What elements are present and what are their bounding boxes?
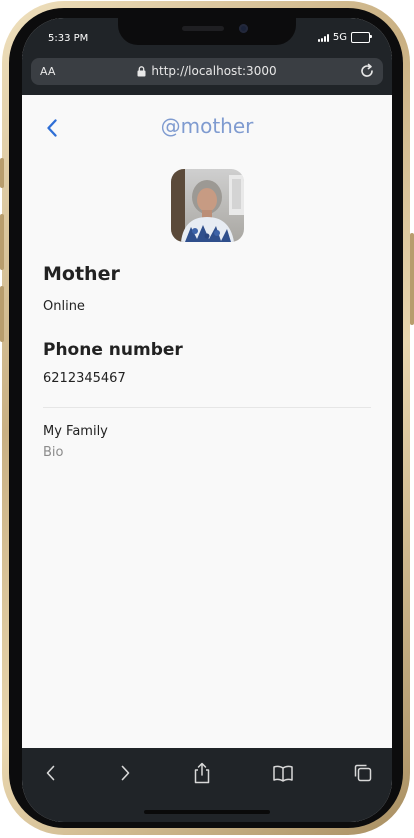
volume-up-button bbox=[0, 214, 4, 270]
tabs-icon bbox=[354, 764, 372, 782]
status-indicators: 5G bbox=[317, 32, 372, 43]
home-indicator[interactable] bbox=[144, 810, 270, 814]
power-button bbox=[410, 233, 414, 325]
reload-icon[interactable] bbox=[358, 62, 376, 80]
network-label: 5G bbox=[332, 32, 347, 43]
status-time: 5:33 PM bbox=[48, 33, 89, 44]
book-icon bbox=[273, 765, 293, 782]
page-title: @mother bbox=[160, 114, 254, 138]
lock-icon bbox=[137, 66, 146, 77]
divider bbox=[43, 407, 371, 408]
battery-icon bbox=[351, 32, 372, 43]
avatar bbox=[171, 169, 244, 242]
bio-label: Bio bbox=[43, 445, 64, 460]
presence-status: Online bbox=[43, 299, 85, 314]
bio-value: My Family bbox=[43, 424, 108, 439]
signal-icon bbox=[317, 33, 329, 42]
notch bbox=[118, 18, 296, 45]
nav-back-button[interactable] bbox=[36, 762, 66, 784]
volume-down-button bbox=[0, 286, 4, 342]
phone-number-value: 6212345467 bbox=[43, 371, 126, 386]
speaker bbox=[182, 26, 224, 31]
phone-screen: 5:33 PM 5G AA http://localhost:3000 @mot… bbox=[22, 18, 392, 822]
share-icon bbox=[194, 762, 210, 784]
front-camera bbox=[239, 24, 248, 33]
chevron-right-icon bbox=[121, 765, 130, 781]
profile-page: @mother Mother Online Phone number 62123… bbox=[22, 95, 392, 747]
share-button[interactable] bbox=[187, 762, 217, 784]
browser-toolbar bbox=[22, 748, 392, 822]
profile-name: Mother bbox=[43, 263, 120, 285]
url-display[interactable]: http://localhost:3000 bbox=[31, 64, 383, 78]
phone-number-heading: Phone number bbox=[43, 340, 183, 360]
silent-switch bbox=[0, 158, 4, 188]
status-bar: 5:33 PM 5G bbox=[22, 18, 392, 58]
bookmarks-button[interactable] bbox=[268, 762, 298, 784]
tabs-button[interactable] bbox=[348, 762, 378, 784]
nav-forward-button[interactable] bbox=[110, 762, 140, 784]
chevron-left-icon bbox=[46, 765, 55, 781]
url-text: http://localhost:3000 bbox=[151, 64, 277, 78]
browser-address-area: AA http://localhost:3000 bbox=[22, 56, 392, 96]
address-bar[interactable]: AA http://localhost:3000 bbox=[31, 58, 383, 85]
